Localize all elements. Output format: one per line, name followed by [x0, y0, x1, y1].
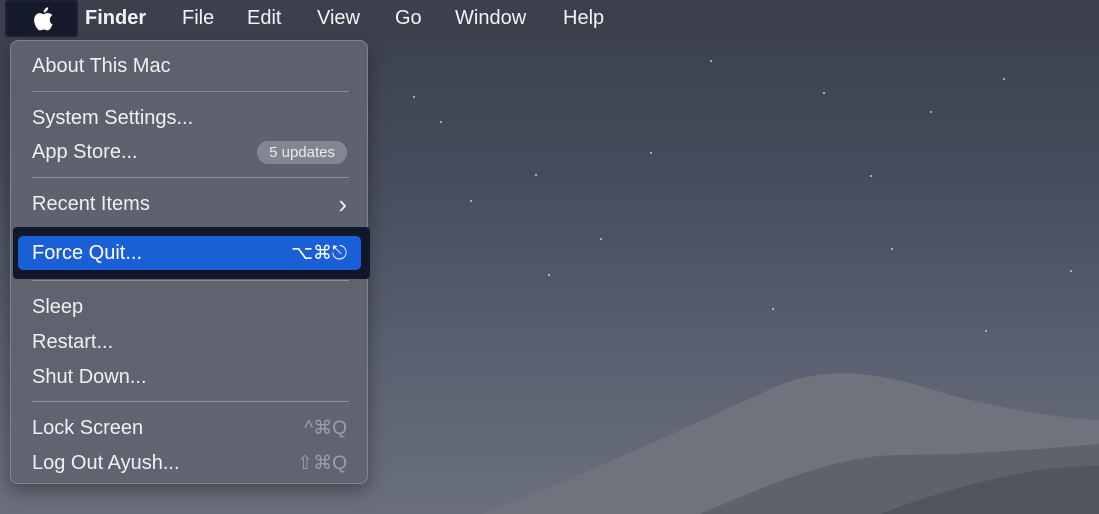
menu-finder[interactable]: Finder	[85, 7, 146, 30]
menu-item-force-quit[interactable]: Force Quit... ⌥⌘⎋	[18, 236, 361, 270]
menu-item-label: App Store...	[32, 140, 138, 163]
menu-bar: Finder File Edit View Go Window Help	[0, 0, 1099, 38]
menu-separator	[32, 280, 349, 281]
keyboard-shortcut: ⇧⌘Q	[297, 452, 347, 474]
menu-view[interactable]: View	[317, 7, 360, 30]
menu-item-lock-screen[interactable]: Lock Screen ^⌘Q	[11, 411, 367, 445]
menu-separator	[32, 177, 349, 178]
updates-badge: 5 updates	[257, 140, 347, 164]
keyboard-shortcut: ⌥⌘⎋	[291, 242, 347, 264]
menu-file[interactable]: File	[182, 7, 214, 30]
menu-item-label: Shut Down...	[32, 365, 147, 388]
apple-logo-icon	[33, 6, 52, 30]
menu-item-about-this-mac[interactable]: About This Mac	[11, 49, 367, 83]
menu-edit[interactable]: Edit	[247, 7, 281, 30]
menu-window[interactable]: Window	[455, 7, 526, 30]
menu-item-app-store[interactable]: App Store... 5 updates	[11, 135, 367, 169]
menu-item-label: Lock Screen	[32, 416, 144, 439]
keyboard-shortcut: ^⌘Q	[304, 417, 347, 439]
menu-item-label: Force Quit...	[32, 241, 143, 264]
apple-menu-button[interactable]	[5, 0, 78, 37]
menu-item-log-out[interactable]: Log Out Ayush... ⇧⌘Q	[11, 446, 367, 480]
menu-item-sleep[interactable]: Sleep	[11, 290, 367, 324]
menu-item-label: Restart...	[32, 330, 114, 353]
menu-item-label: Recent Items	[32, 192, 150, 215]
menu-item-label: System Settings...	[32, 106, 194, 129]
menu-item-system-settings[interactable]: System Settings...	[11, 101, 367, 135]
chevron-right-icon: ›	[338, 188, 347, 219]
menu-item-restart[interactable]: Restart...	[11, 325, 367, 359]
menu-item-label: Sleep	[32, 295, 84, 318]
apple-dropdown-menu: About This Mac System Settings... App St…	[10, 40, 370, 484]
menu-go[interactable]: Go	[395, 7, 422, 30]
menu-separator	[32, 401, 349, 402]
menu-help[interactable]: Help	[563, 7, 604, 30]
menu-separator	[32, 91, 349, 92]
menu-item-recent-items[interactable]: Recent Items ›	[11, 187, 367, 221]
menu-item-label: About This Mac	[32, 54, 171, 77]
menu-item-shut-down[interactable]: Shut Down...	[11, 360, 367, 394]
menu-item-label: Log Out Ayush...	[32, 451, 180, 474]
